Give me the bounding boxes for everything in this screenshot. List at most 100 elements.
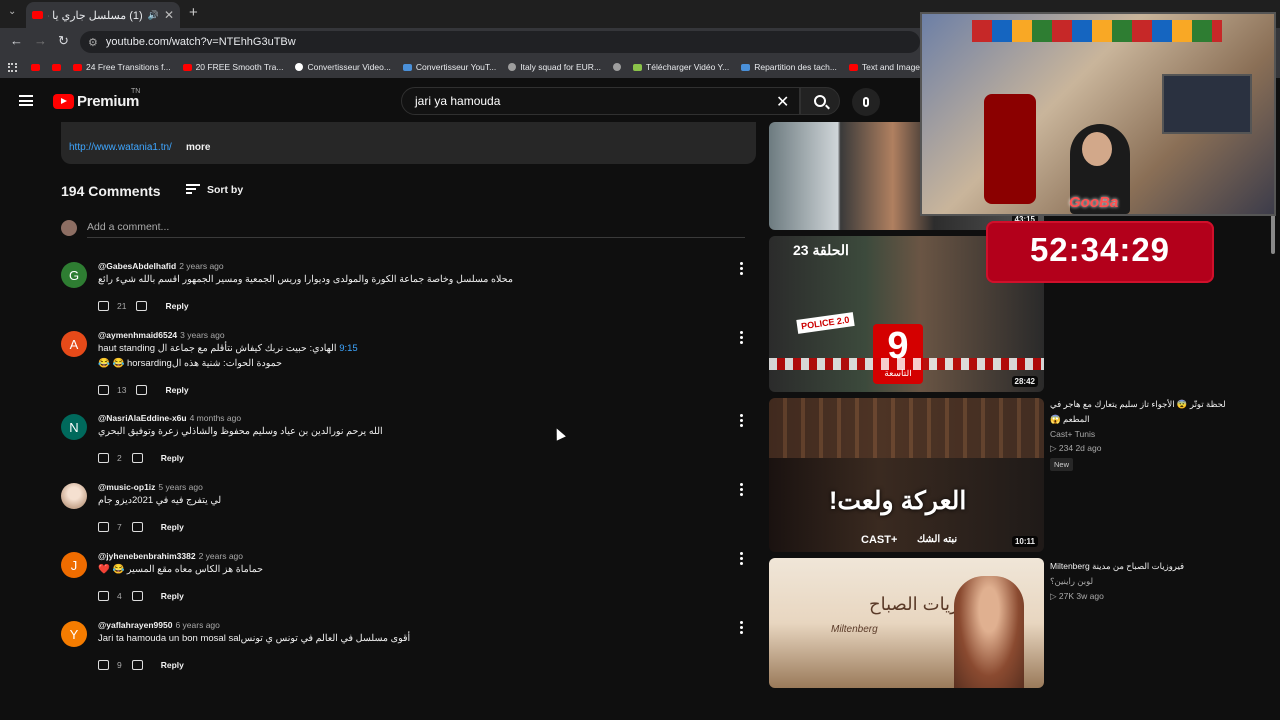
comment-author[interactable]: @jyhenebenbrahim3382 2 years ago <box>98 551 243 561</box>
bookmark-item[interactable]: Italy squad for EUR... <box>508 62 601 72</box>
scrollbar-thumb[interactable] <box>1271 214 1275 254</box>
channel-name[interactable]: Cast+ Tunis <box>1050 429 1250 439</box>
region-code: TN <box>131 88 141 95</box>
comment-actions: 9 Reply <box>98 660 184 670</box>
tab-search-icon[interactable]: ⌄ <box>8 6 16 17</box>
youtube-favicon-icon <box>32 11 43 19</box>
apps-grid-icon[interactable] <box>8 62 17 72</box>
sort-icon[interactable] <box>186 184 200 194</box>
youtube-logo[interactable]: Premium TN <box>53 88 140 110</box>
add-comment-input[interactable]: Add a comment... <box>87 221 169 233</box>
active-tab[interactable]: (1) مسلسل جاري يا حمودة | ال 🔊 ✕ <box>26 2 180 28</box>
description-box[interactable]: http://www.watania1.tn/ more <box>61 122 756 164</box>
more-options-icon[interactable] <box>740 262 743 277</box>
more-options-icon[interactable] <box>740 414 743 429</box>
comment-author[interactable]: @GabesAbdelhafid 2 years ago <box>98 261 224 271</box>
bookmark-item[interactable]: 20 FREE Smooth Tra... <box>182 62 283 72</box>
avatar[interactable]: Y <box>61 621 87 647</box>
youtube-icon <box>182 63 192 71</box>
reply-button[interactable]: Reply <box>161 522 184 532</box>
search-button[interactable] <box>800 87 840 115</box>
reply-button[interactable]: Reply <box>165 301 188 311</box>
address-bar[interactable]: ⚙ youtube.com/watch?v=NTEhhG3uTBw <box>80 31 920 53</box>
sort-button[interactable]: Sort by <box>207 184 243 196</box>
globe-icon <box>613 63 622 71</box>
reload-icon[interactable]: ↻ <box>58 33 69 49</box>
voice-search-button[interactable] <box>852 88 880 116</box>
more-options-icon[interactable] <box>740 621 743 636</box>
like-count: 21 <box>117 301 127 311</box>
avatar[interactable]: N <box>61 414 87 440</box>
avatar[interactable]: A <box>61 331 87 357</box>
comment-text-part: haut standing <box>98 343 156 354</box>
comment-author[interactable]: @aymenhmaid6524 3 years ago <box>98 330 225 340</box>
bookmark-item[interactable] <box>31 63 40 71</box>
dislike-icon[interactable] <box>131 591 143 601</box>
dislike-icon[interactable] <box>131 660 143 670</box>
thumbnail-subtext: Miltenberg <box>831 624 878 635</box>
youtube-icon <box>31 63 40 71</box>
like-icon[interactable] <box>98 591 109 601</box>
dislike-icon[interactable] <box>136 301 148 311</box>
comment-text: haut standing الهادي: حبيت نربك كيفاش نت… <box>98 343 358 354</box>
search-input[interactable]: jari ya hamouda <box>401 87 800 115</box>
film-strip <box>769 358 1044 370</box>
more-button[interactable]: more <box>186 142 210 153</box>
site-info-icon[interactable]: ⚙ <box>88 36 98 49</box>
like-icon[interactable] <box>98 660 109 670</box>
youtube-icon <box>848 63 858 71</box>
bookmark-item[interactable]: 24 Free Transitions f... <box>73 62 171 72</box>
avatar[interactable]: G <box>61 262 87 288</box>
tab-title: (1) مسلسل جاري يا حمودة | ال <box>48 9 143 22</box>
like-count: 13 <box>117 385 127 395</box>
video-title[interactable]: لحظة توتّر 😨 الأجواء تاز سليم يتعارك مع … <box>1050 397 1250 427</box>
dislike-icon[interactable] <box>131 453 143 463</box>
bookmark-label: Convertisseur Video... <box>307 62 391 72</box>
more-options-icon[interactable] <box>740 483 743 498</box>
back-icon[interactable]: ← <box>10 33 23 48</box>
channel-name[interactable]: لوبن راينين؟ <box>1050 576 1250 587</box>
like-icon[interactable] <box>98 453 109 463</box>
menu-icon[interactable] <box>19 95 33 106</box>
bookmark-item[interactable]: Convertisseur Video... <box>295 62 391 72</box>
bookmark-item[interactable]: Convertisseur YouT... <box>402 62 496 72</box>
speaker-icon[interactable]: 🔊 <box>148 10 159 21</box>
clear-search-icon[interactable]: ✕ <box>776 92 789 112</box>
new-tab-icon[interactable]: + <box>189 4 198 21</box>
search-value: jari ya hamouda <box>415 94 501 108</box>
thumbnail-person <box>954 576 1024 688</box>
like-icon[interactable] <box>98 385 109 395</box>
reply-button[interactable]: Reply <box>161 453 184 463</box>
bookmark-label: Télécharger Vidéo Y... <box>646 62 730 72</box>
bookmark-item[interactable]: Télécharger Vidéo Y... <box>633 62 729 72</box>
bookmark-item[interactable] <box>613 63 622 71</box>
like-icon[interactable] <box>98 522 109 532</box>
more-options-icon[interactable] <box>740 552 743 567</box>
reply-button[interactable]: Reply <box>165 385 188 395</box>
comment-author[interactable]: @yaflahrayen9950 6 years ago <box>98 620 220 630</box>
dislike-icon[interactable] <box>136 385 148 395</box>
avatar[interactable]: J <box>61 552 87 578</box>
video-title[interactable]: Miltenberg فيروزيات الصباح من مدينة <box>1050 559 1250 574</box>
more-options-icon[interactable] <box>740 331 743 346</box>
comment-text-part: الهادي: حبيت نربك كيفاش نتأقلم مع جماعة … <box>157 343 337 354</box>
avatar[interactable] <box>61 483 87 509</box>
forward-icon[interactable]: → <box>34 33 47 48</box>
bookmark-item[interactable] <box>52 63 61 71</box>
reply-button[interactable]: Reply <box>161 660 184 670</box>
timestamp-link[interactable]: 9:15 <box>339 343 358 354</box>
related-video-thumbnail[interactable]: العركة ولعت! CAST+ نبته الشك 10:11 <box>769 398 1044 552</box>
reply-button[interactable]: Reply <box>161 591 184 601</box>
comment-time: 2 years ago <box>179 261 224 271</box>
close-tab-icon[interactable]: ✕ <box>164 8 174 22</box>
bookmark-item[interactable]: Repartition des tach... <box>741 62 837 72</box>
description-link[interactable]: http://www.watania1.tn/ <box>69 142 172 153</box>
comment-actions: 2 Reply <box>98 453 184 463</box>
comment-author[interactable]: @NasriAlaEddine-x6u 4 months ago <box>98 413 241 423</box>
comment-author[interactable]: @music-op1iz 5 years ago <box>98 482 203 492</box>
related-video-thumbnail[interactable]: فيروزيات الصباح Miltenberg <box>769 558 1044 688</box>
avatar <box>61 220 77 236</box>
dislike-icon[interactable] <box>131 522 143 532</box>
like-icon[interactable] <box>98 301 109 311</box>
bookmark-label: Repartition des tach... <box>754 62 837 72</box>
